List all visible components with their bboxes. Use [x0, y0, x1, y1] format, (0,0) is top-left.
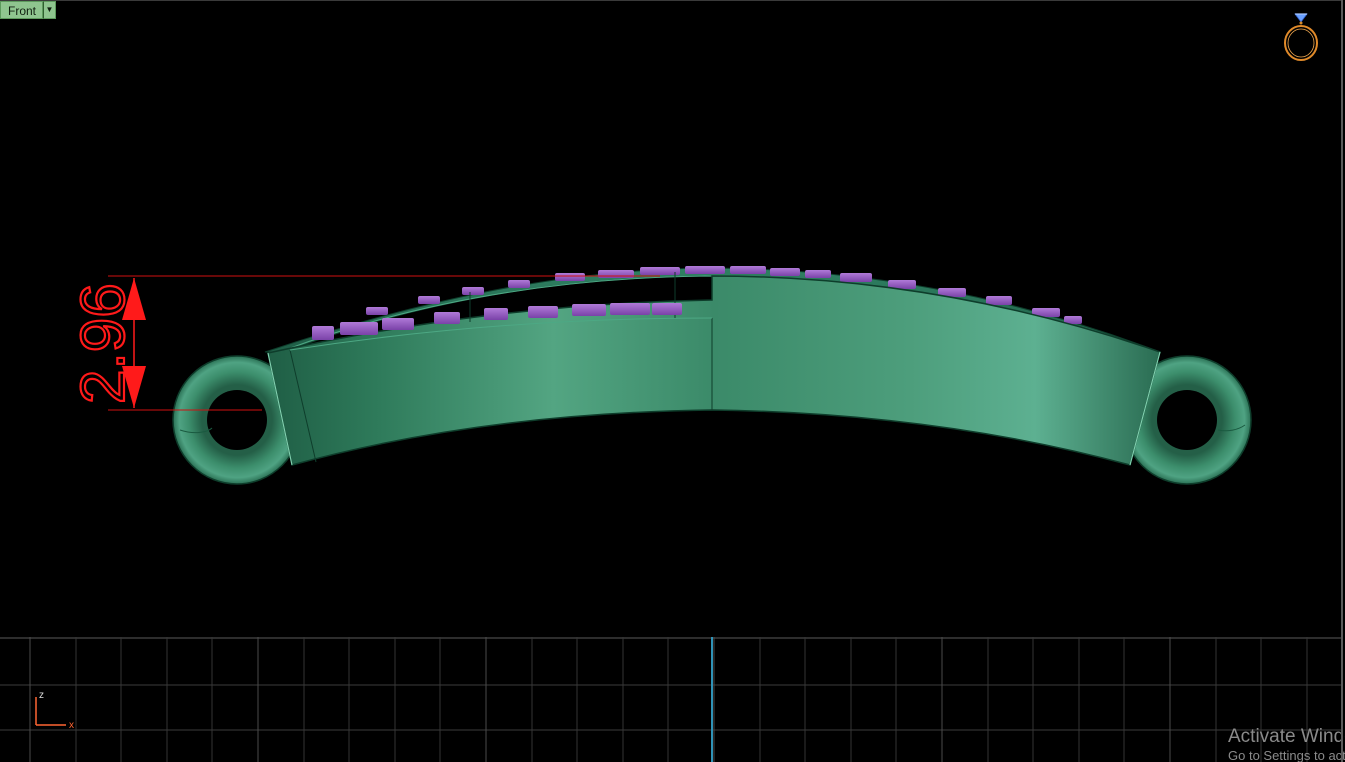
dimension-value: 2.96: [69, 283, 138, 404]
view-dropdown-button[interactable]: ▼: [43, 1, 57, 19]
watermark-title: Activate Windows: [1228, 726, 1345, 747]
band-front-face: [267, 272, 1161, 466]
ring-orientation-icon[interactable]: [1278, 8, 1324, 66]
viewport-top-border: [0, 0, 1343, 1]
ground-grid: [0, 637, 1341, 762]
activate-windows-watermark: Activate Windows Go to Settings to activ…: [1228, 725, 1345, 762]
watermark-subtitle: Go to Settings to activate Windows.: [1228, 748, 1345, 762]
axis-z-label: z: [39, 690, 44, 701]
model-scene: 2.96: [68, 266, 1252, 485]
axis-x-label: x: [69, 720, 74, 731]
view-name-selector[interactable]: Front ▼: [0, 1, 57, 19]
front-viewport[interactable]: 2.96 Front ▼ z x Activate Windows Go to …: [0, 0, 1345, 762]
axis-triad: z x: [35, 690, 74, 731]
triangle-down-icon: ▼: [45, 5, 54, 14]
viewport-right-border: [1341, 0, 1343, 762]
view-name-label[interactable]: Front: [0, 1, 44, 19]
